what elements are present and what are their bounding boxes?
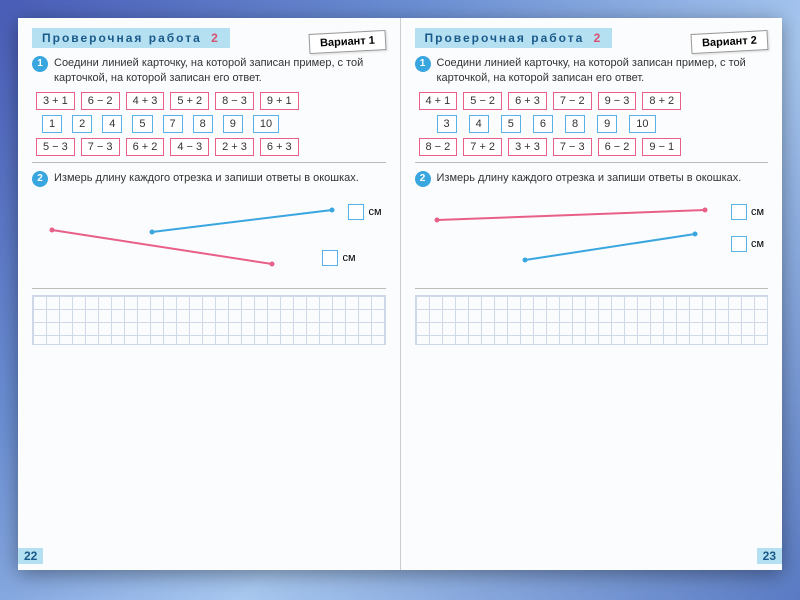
card: 6 + 3 [260, 138, 299, 156]
card: 4 [469, 115, 489, 133]
segments-svg [415, 192, 755, 282]
answer-grid[interactable] [415, 295, 769, 345]
work-title-text: Проверочная работа [42, 31, 202, 45]
book-spread: Проверочная работа 2 Вариант 1 1 Соедини… [18, 18, 782, 570]
card: 9 − 3 [598, 92, 637, 110]
work-title: Проверочная работа 2 [415, 28, 613, 48]
task2: 2 Измерь длину каждого отрезка и запиши … [32, 171, 386, 186]
left-row1: 3 + 1 6 − 2 4 + 3 5 + 2 8 − 3 9 + 1 [32, 92, 386, 110]
card: 4 + 3 [126, 92, 165, 110]
card: 6 + 3 [508, 92, 547, 110]
task1: 1 Соедини линией карточку, на которой за… [415, 56, 769, 86]
card: 1 [42, 115, 62, 133]
divider [32, 162, 386, 163]
answer-input[interactable] [731, 236, 747, 252]
task1-text: Соедини линией карточку, на которой запи… [437, 57, 746, 84]
variant-tab: Вариант 2 [691, 30, 769, 54]
card: 2 [72, 115, 92, 133]
page-left: Проверочная работа 2 Вариант 1 1 Соедини… [18, 18, 401, 570]
card: 10 [629, 115, 655, 133]
card: 8 − 2 [419, 138, 458, 156]
answer-1: см [348, 204, 381, 220]
answer-2: см [322, 250, 355, 266]
card: 6 − 2 [81, 92, 120, 110]
card: 7 − 2 [553, 92, 592, 110]
card: 7 + 2 [463, 138, 502, 156]
card: 7 − 3 [81, 138, 120, 156]
page-number: 23 [757, 548, 782, 564]
answer-input[interactable] [348, 204, 364, 220]
right-row1: 4 + 1 5 − 2 6 + 3 7 − 2 9 − 3 8 + 2 [415, 92, 769, 110]
card: 9 [597, 115, 617, 133]
card: 5 [501, 115, 521, 133]
card: 5 − 2 [463, 92, 502, 110]
card: 3 [437, 115, 457, 133]
task2-text: Измерь длину каждого отрезка и запиши от… [437, 172, 742, 184]
segments-svg [32, 192, 372, 282]
work-title-num: 2 [211, 31, 220, 45]
page-number: 22 [18, 548, 43, 564]
card: 8 + 2 [642, 92, 681, 110]
title-row: Проверочная работа 2 Вариант 1 [32, 28, 386, 48]
segment-box-left: см см [32, 192, 386, 282]
card: 9 − 1 [642, 138, 681, 156]
card: 3 + 1 [36, 92, 75, 110]
title-row: Проверочная работа 2 Вариант 2 [415, 28, 769, 48]
card: 6 [533, 115, 553, 133]
bullet-2: 2 [32, 171, 48, 187]
segment-box-right: см см [415, 192, 769, 282]
answer-1: см [731, 204, 764, 220]
work-title: Проверочная работа 2 [32, 28, 230, 48]
cm-label: см [342, 252, 355, 264]
card: 8 [565, 115, 585, 133]
variant-tab: Вариант 1 [308, 30, 386, 54]
cm-label: см [751, 206, 764, 218]
card: 10 [253, 115, 279, 133]
card: 4 + 1 [419, 92, 458, 110]
card: 4 − 3 [170, 138, 209, 156]
answer-input[interactable] [322, 250, 338, 266]
card: 5 [132, 115, 152, 133]
card: 9 [223, 115, 243, 133]
bullet-1: 1 [32, 56, 48, 72]
card: 3 + 3 [508, 138, 547, 156]
card: 8 − 3 [215, 92, 254, 110]
card: 5 − 3 [36, 138, 75, 156]
card: 9 + 1 [260, 92, 299, 110]
card: 5 + 2 [170, 92, 209, 110]
task2-text: Измерь длину каждого отрезка и запиши от… [54, 172, 359, 184]
card: 6 + 2 [126, 138, 165, 156]
left-row3: 5 − 3 7 − 3 6 + 2 4 − 3 2 + 3 6 + 3 [32, 138, 386, 156]
card: 2 + 3 [215, 138, 254, 156]
cm-label: см [751, 238, 764, 250]
answer-grid[interactable] [32, 295, 386, 345]
task1: 1 Соедини линией карточку, на которой за… [32, 56, 386, 86]
card: 8 [193, 115, 213, 133]
task2: 2 Измерь длину каждого отрезка и запиши … [415, 171, 769, 186]
right-row2: 3 4 5 6 8 9 10 [415, 115, 769, 133]
divider [415, 162, 769, 163]
card: 6 − 2 [598, 138, 637, 156]
divider [415, 288, 769, 289]
card: 4 [102, 115, 122, 133]
card: 7 [163, 115, 183, 133]
answer-2: см [731, 236, 764, 252]
bullet-2: 2 [415, 171, 431, 187]
left-row2: 1 2 4 5 7 8 9 10 [32, 115, 386, 133]
divider [32, 288, 386, 289]
right-row3: 8 − 2 7 + 2 3 + 3 7 − 3 6 − 2 9 − 1 [415, 138, 769, 156]
task1-text: Соедини линией карточку, на которой запи… [54, 57, 363, 84]
work-title-num: 2 [594, 31, 603, 45]
page-right: Проверочная работа 2 Вариант 2 1 Соедини… [401, 18, 783, 570]
cm-label: см [368, 206, 381, 218]
card: 7 − 3 [553, 138, 592, 156]
work-title-text: Проверочная работа [425, 31, 585, 45]
bullet-1: 1 [415, 56, 431, 72]
answer-input[interactable] [731, 204, 747, 220]
